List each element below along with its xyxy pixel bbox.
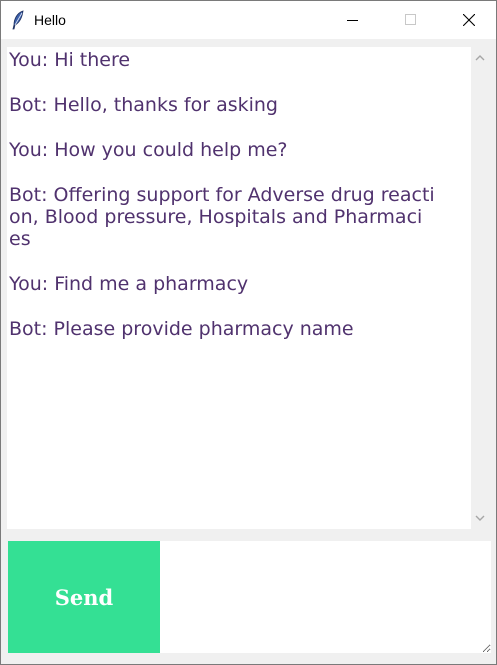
chat-message-line: on, Blood pressure, Hospitals and Pharma…	[9, 206, 423, 228]
chat-message-line: Bot: Offering support for Adverse drug r…	[9, 184, 435, 206]
chat-message: You: Find me a pharmacy	[9, 273, 469, 295]
chat-message: Bot: Hello, thanks for asking	[9, 94, 469, 116]
minimize-icon	[347, 20, 358, 21]
chat-log[interactable]: You: Hi there Bot: Hello, thanks for aski…	[7, 47, 471, 529]
close-icon	[463, 14, 475, 26]
maximize-icon	[405, 14, 416, 25]
app-window: Hello You: Hi there Bot: Hello, thanks fo…	[0, 0, 497, 665]
maximize-button[interactable]	[388, 1, 434, 39]
chat-message: Bot: Please provide pharmacy name	[9, 318, 469, 340]
feather-icon	[11, 10, 25, 30]
chat-message: You: How you could help me?	[9, 139, 469, 161]
chat-scrollbar[interactable]	[471, 47, 489, 529]
window-title: Hello	[34, 12, 66, 28]
chat-message-line: Bot: Hello, thanks for asking	[9, 94, 278, 116]
chat-message: You: Hi there	[9, 49, 469, 71]
title-bar[interactable]: Hello	[1, 1, 496, 39]
chat-message-line: es	[9, 228, 31, 250]
chat-message: Bot: Offering support for Adverse drug r…	[9, 184, 469, 250]
scroll-up-icon[interactable]	[475, 54, 485, 62]
chat-message-line: You: How you could help me?	[9, 139, 288, 161]
minimize-button[interactable]	[330, 1, 376, 39]
message-input[interactable]	[160, 541, 491, 653]
scroll-down-icon[interactable]	[475, 514, 485, 522]
close-button[interactable]	[446, 1, 492, 39]
chat-message-line: You: Hi there	[9, 49, 131, 71]
send-button[interactable]: Send	[8, 541, 160, 653]
chat-message-line: You: Find me a pharmacy	[9, 273, 249, 295]
chat-message-line: Bot: Please provide pharmacy name	[9, 318, 354, 340]
